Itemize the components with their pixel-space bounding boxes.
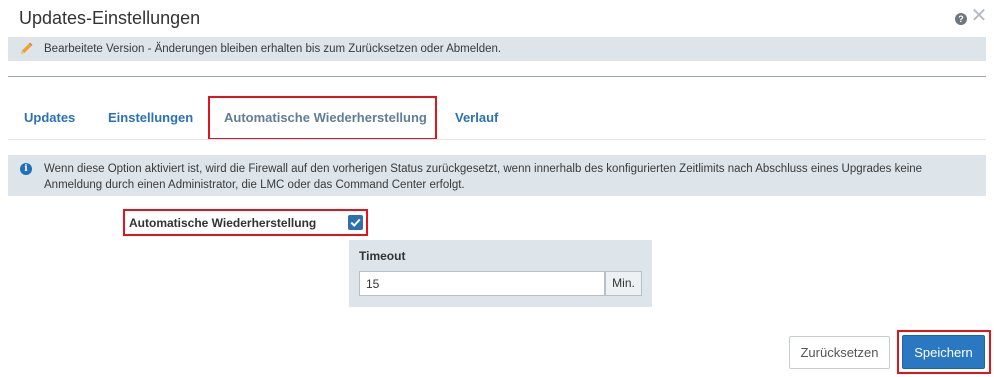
info-icon: i xyxy=(20,163,32,175)
divider xyxy=(8,76,986,77)
pencil-icon xyxy=(18,41,34,57)
tab-updates[interactable]: Updates xyxy=(24,110,75,125)
dialog-title: Updates-Einstellungen xyxy=(19,8,201,28)
edit-notice-text: Bearbeitete Version - Änderungen bleiben… xyxy=(44,43,502,55)
reset-button[interactable]: Zurücksetzen xyxy=(789,336,890,369)
info-banner: i Wenn diese Option aktiviert ist, wird … xyxy=(8,155,986,196)
highlight-active-tab xyxy=(208,96,437,140)
info-text: Wenn diese Option aktiviert ist, wird di… xyxy=(44,163,923,191)
timeout-label: Timeout xyxy=(359,249,406,263)
tab-bar-divider xyxy=(8,139,986,140)
question-circle-icon[interactable]: ? xyxy=(955,13,967,25)
close-icon[interactable]: ✕ xyxy=(970,6,988,26)
tab-verlauf[interactable]: Verlauf xyxy=(455,110,498,125)
timeout-unit: Min. xyxy=(605,271,642,296)
highlight-save-button xyxy=(897,330,991,374)
tab-einstellungen[interactable]: Einstellungen xyxy=(108,110,193,125)
timeout-panel: Timeout Min. xyxy=(349,240,652,307)
edit-notice-banner: Bearbeitete Version - Änderungen bleiben… xyxy=(8,37,986,61)
timeout-input[interactable] xyxy=(359,271,605,296)
highlight-auto-restore xyxy=(123,209,368,236)
